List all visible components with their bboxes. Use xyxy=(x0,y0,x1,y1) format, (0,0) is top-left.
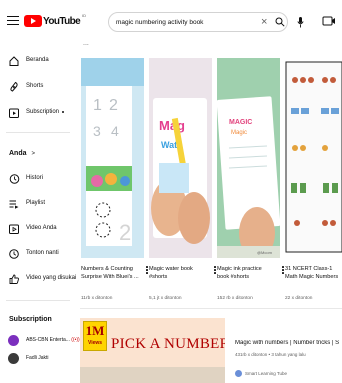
live-icon: ((•)) xyxy=(71,337,80,343)
sidebar-item-label: Tonton nanti xyxy=(26,250,59,256)
sidebar-divider xyxy=(6,300,70,301)
video-card[interactable]: Mag Wate Magic water book #shorts 5,1 jt… xyxy=(149,58,216,301)
video-meta: 22 x ditonton xyxy=(285,296,313,301)
video-title[interactable]: 31 NCERT Class-1 Math Magic Numbers From… xyxy=(285,266,342,281)
sidebar-subscription-fadli-jakti[interactable]: Fadli Jakti xyxy=(0,350,75,368)
sidebar-item-watch-later[interactable]: Tonton nanti xyxy=(0,245,75,263)
logo-text: YouTube xyxy=(43,15,81,27)
your-videos-icon xyxy=(9,224,19,234)
thumbnail-band xyxy=(80,367,225,383)
thumbnail-art: MAGIC Magic @Mcom xyxy=(217,58,280,258)
youtube-logo[interactable]: YouTube ID xyxy=(24,13,86,28)
playlist-icon xyxy=(9,200,19,209)
top-bar: YouTube ID × xyxy=(0,0,342,44)
video-card[interactable]: 31 NCERT Class-1 Math Magic Numbers From… xyxy=(285,58,342,301)
sidebar-item-label: Histori xyxy=(26,175,44,181)
sidebar-item-label: Fadli Jakti xyxy=(26,355,49,361)
sidebar-subscription-abs-cbn[interactable]: ABS-CBN Enterta... ((•)) xyxy=(0,332,80,350)
sidebar: Beranda Shorts Subscription Anda > Histo… xyxy=(0,44,80,383)
sidebar-item-subscriptions[interactable]: Subscription xyxy=(0,104,75,122)
video-thumbnail[interactable]: 1M Views PICK A NUMBER xyxy=(80,318,225,383)
video-thumbnail[interactable]: Mag Wate xyxy=(149,58,212,258)
sidebar-item-your-videos[interactable]: Video Anda xyxy=(0,220,75,238)
search-icon[interactable] xyxy=(275,17,285,27)
sidebar-item-label: Playlist xyxy=(26,200,46,206)
svg-text:2: 2 xyxy=(119,220,131,245)
subscriptions-heading: Subscription xyxy=(9,316,52,323)
video-thumbnail[interactable]: MAGIC Magic @Mcom xyxy=(217,58,280,258)
views-badge: 1M Views xyxy=(83,321,107,351)
subscriptions-dot xyxy=(62,111,64,113)
thumbs-up-icon xyxy=(9,274,19,284)
svg-text:3: 3 xyxy=(93,123,101,139)
you-section-heading[interactable]: Anda > xyxy=(9,150,35,157)
history-icon xyxy=(9,174,20,184)
badge-label: Views xyxy=(87,340,103,346)
thumbnail-art: Mag Wate xyxy=(149,58,212,258)
video-meta: 5,1 jt x ditonton xyxy=(149,296,182,301)
video-meta: 431rb x ditonton • 3 tahun yang lalu xyxy=(235,352,306,357)
badge-number: 1M xyxy=(85,323,105,338)
sidebar-item-home[interactable]: Beranda xyxy=(0,52,75,70)
overflow-indicator: ... xyxy=(83,40,89,47)
video-meta: 11rb x ditonton xyxy=(81,296,113,301)
sidebar-item-label: Video yang disukai xyxy=(26,275,77,281)
subscriptions-icon xyxy=(9,108,19,118)
sidebar-item-label: Video Anda xyxy=(26,225,57,231)
avatar xyxy=(235,370,242,377)
svg-text:Mag: Mag xyxy=(159,118,185,133)
channel-name: Smart Learning Tube xyxy=(245,371,288,376)
sidebar-item-label: Subscription xyxy=(26,109,60,115)
video-meta: 152 rb x ditonton xyxy=(217,296,253,301)
video-title[interactable]: Magic ink practice book #shorts #youtube… xyxy=(217,266,275,281)
avatar xyxy=(8,353,19,364)
svg-text:@Mcom: @Mcom xyxy=(257,250,273,255)
svg-text:MAGIC: MAGIC xyxy=(229,119,252,126)
svg-text:4: 4 xyxy=(111,123,119,139)
thumbnail-art xyxy=(285,58,342,258)
create-video-icon[interactable] xyxy=(322,14,336,28)
sidebar-item-label: ABS-CBN Enterta... ((•)) xyxy=(26,337,80,343)
youtube-logo-icon xyxy=(24,15,42,27)
sidebar-item-playlist[interactable]: Playlist xyxy=(0,195,75,213)
svg-text:Magic: Magic xyxy=(231,130,247,136)
sidebar-item-shorts[interactable]: Shorts xyxy=(0,78,75,96)
avatar xyxy=(8,335,19,346)
video-title[interactable]: Magic water book #shorts xyxy=(149,266,207,281)
thumbnail-text: PICK A NUMBER xyxy=(111,336,225,352)
menu-icon[interactable] xyxy=(7,13,19,27)
search-box: × xyxy=(108,12,288,32)
chevron-right-icon: > xyxy=(31,151,35,157)
sidebar-item-label: Beranda xyxy=(26,57,49,63)
shorts-icon xyxy=(10,81,18,92)
video-thumbnail[interactable] xyxy=(285,58,342,258)
sidebar-divider xyxy=(6,132,70,133)
sidebar-item-liked-videos[interactable]: Video yang disukai xyxy=(0,270,77,288)
voice-search-button[interactable] xyxy=(291,12,309,32)
video-title[interactable]: Magic with numbers | Number tricks | Sma… xyxy=(235,340,339,346)
video-card[interactable]: MAGIC Magic @Mcom Magic ink practice boo… xyxy=(217,58,284,301)
channel-link[interactable]: Smart Learning Tube xyxy=(235,370,287,377)
sidebar-item-label: Shorts xyxy=(26,83,44,89)
clear-search-icon[interactable]: × xyxy=(261,15,267,29)
video-title[interactable]: Numbers & Counting Surprise With Bluei's… xyxy=(81,266,139,281)
thumbnail-art: 1 2 3 4 2 xyxy=(81,58,144,258)
search-input[interactable] xyxy=(116,16,256,29)
video-card[interactable]: 1 2 3 4 2 Numbers & Counting Surprise Wi… xyxy=(81,58,148,301)
sidebar-item-history[interactable]: Histori xyxy=(0,170,75,188)
microphone-icon xyxy=(296,16,304,27)
svg-text:2: 2 xyxy=(109,97,118,114)
watch-later-icon xyxy=(9,249,19,259)
logo-region: ID xyxy=(82,13,86,18)
you-heading-label: Anda xyxy=(9,150,27,157)
svg-text:1: 1 xyxy=(93,97,102,114)
home-icon xyxy=(9,56,19,66)
section-divider xyxy=(80,308,342,309)
video-thumbnail[interactable]: 1 2 3 4 2 xyxy=(81,58,144,258)
